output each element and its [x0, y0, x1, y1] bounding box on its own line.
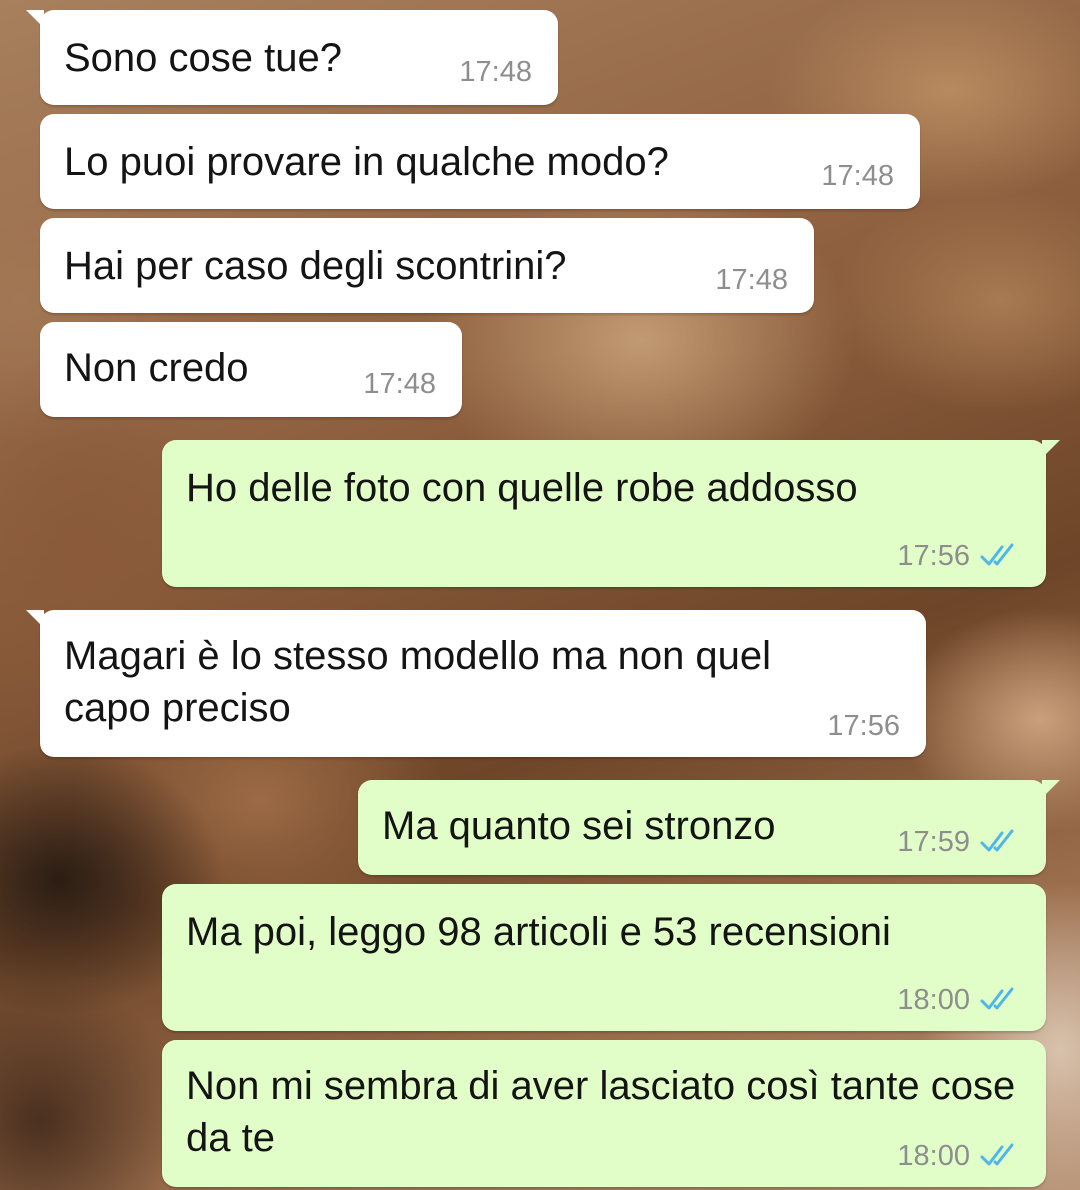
double-check-icon	[980, 829, 1014, 852]
message-outgoing[interactable]: Ho delle foto con quelle robe addosso 17…	[162, 440, 1060, 587]
message-text: Lo puoi provare in qualche modo?	[64, 140, 669, 184]
message-time: 18:00	[897, 1140, 970, 1172]
message-meta: 18:00	[897, 983, 1020, 1017]
message-time: 17:56	[827, 710, 900, 742]
message-text: Ho delle foto con quelle robe addosso	[186, 466, 858, 510]
message-outgoing[interactable]: Ma poi, leggo 98 articoli e 53 recension…	[162, 884, 1046, 1031]
message-meta: 17:48	[715, 263, 788, 297]
message-time: 17:48	[715, 264, 788, 296]
bubble-tail	[26, 10, 44, 28]
message-text: Magari è lo stesso modello ma non quel c…	[64, 634, 783, 730]
message-outgoing[interactable]: Non mi sembra di aver lasciato così tant…	[162, 1040, 1046, 1187]
message-time: 17:48	[821, 160, 894, 192]
message-time: 17:48	[363, 368, 436, 400]
double-check-icon	[980, 1143, 1014, 1166]
double-check-icon	[980, 543, 1014, 566]
message-time: 18:00	[897, 984, 970, 1016]
message-text: Ma quanto sei stronzo	[382, 804, 776, 848]
message-meta: 17:56	[827, 709, 900, 743]
message-meta: 17:59	[897, 825, 1020, 859]
message-incoming[interactable]: Non credo 17:48	[40, 322, 462, 417]
message-text: Non credo	[64, 346, 249, 390]
message-incoming[interactable]: Sono cose tue? 17:48	[26, 10, 558, 105]
bubble-tail	[1042, 780, 1060, 798]
bubble-tail	[1042, 440, 1060, 458]
message-time: 17:56	[897, 540, 970, 572]
message-text: Ma poi, leggo 98 articoli e 53 recension…	[186, 910, 891, 954]
chat-messages: Sono cose tue? 17:48 Lo puoi provare in …	[0, 0, 1080, 1190]
message-incoming[interactable]: Magari è lo stesso modello ma non quel c…	[26, 610, 926, 757]
message-meta: 17:48	[821, 159, 894, 193]
message-meta: 17:48	[363, 367, 436, 401]
message-incoming[interactable]: Hai per caso degli scontrini? 17:48	[40, 218, 814, 313]
message-text: Hai per caso degli scontrini?	[64, 244, 567, 288]
message-meta: 17:56	[897, 539, 1020, 573]
double-check-icon	[980, 987, 1014, 1010]
message-meta: 18:00	[897, 1139, 1020, 1173]
bubble-tail	[26, 610, 44, 628]
message-meta: 17:48	[459, 55, 532, 89]
message-time: 17:59	[897, 826, 970, 858]
message-text: Sono cose tue?	[64, 36, 342, 80]
message-incoming[interactable]: Lo puoi provare in qualche modo? 17:48	[40, 114, 920, 209]
message-time: 17:48	[459, 56, 532, 88]
message-outgoing[interactable]: Ma quanto sei stronzo 17:59	[358, 780, 1060, 875]
